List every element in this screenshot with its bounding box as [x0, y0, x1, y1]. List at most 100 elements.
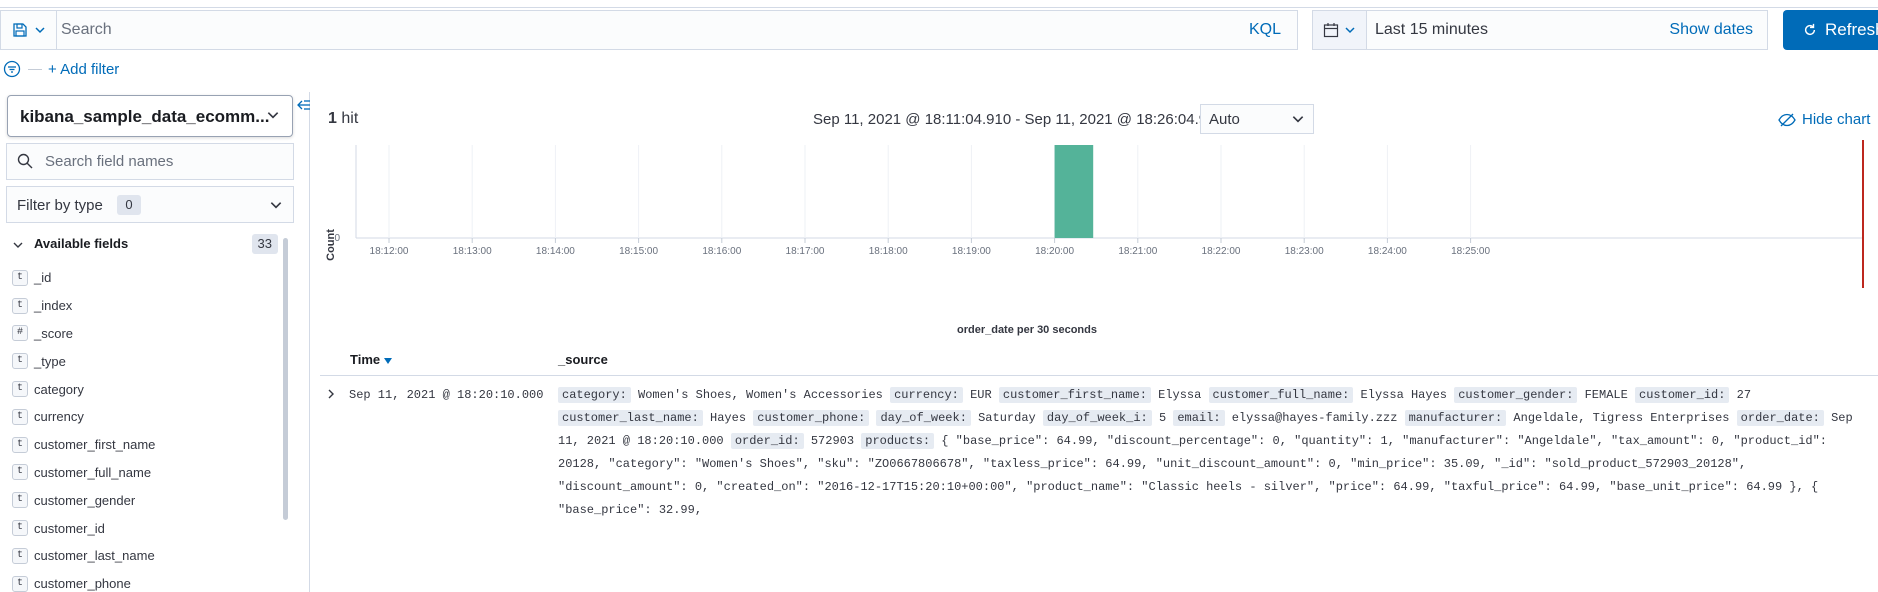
source-field-key: order_date:: [1736, 410, 1824, 426]
string-type-icon: t: [12, 408, 28, 425]
query-language-button[interactable]: KQL: [1249, 21, 1281, 39]
search-icon: [17, 153, 33, 169]
source-field-key: customer_id:: [1635, 387, 1730, 403]
field-name: customer_gender: [34, 492, 136, 508]
field-name: customer_full_name: [34, 464, 152, 480]
field-name: customer_id: [34, 520, 105, 536]
source-field-key: order_id:: [730, 433, 804, 449]
available-fields-header[interactable]: Available fields 33: [10, 234, 278, 256]
hits-number: 1: [328, 110, 337, 127]
field-item[interactable]: t customer_full_name: [12, 459, 272, 487]
field-item[interactable]: t customer_first_name: [12, 431, 272, 459]
source-field-value: Elyssa Hayes: [1353, 388, 1455, 402]
string-type-icon: t: [12, 547, 28, 564]
histogram-chart: Count order_date per 30 seconds 1018:12:…: [325, 145, 1864, 336]
field-item[interactable]: t _id: [12, 264, 272, 292]
available-fields-count: 33: [251, 234, 278, 254]
source-field-key: category:: [558, 387, 631, 403]
calendar-icon: [1323, 23, 1339, 38]
filter-menu-icon[interactable]: [2, 59, 22, 79]
source-column-header: _source: [558, 352, 608, 367]
x-tick-label: 18:23:00: [1285, 246, 1324, 257]
refresh-label: Refresh: [1825, 20, 1878, 39]
x-tick-label: 18:15:00: [619, 246, 658, 257]
date-picker: Last 15 minutes Show dates: [1312, 10, 1768, 50]
refresh-button[interactable]: Refresh: [1783, 10, 1878, 50]
quick-menu-button[interactable]: [1313, 11, 1367, 49]
source-field-value: EUR: [962, 388, 999, 402]
x-tick-label: 18:16:00: [702, 246, 741, 257]
expand-row-icon[interactable]: [326, 388, 336, 400]
source-field-value: elyssa@hayes-family.zzz: [1224, 411, 1405, 425]
field-search-input[interactable]: [45, 144, 285, 179]
field-item[interactable]: t _index: [12, 292, 272, 320]
collapse-sidebar-icon[interactable]: [296, 98, 312, 114]
x-tick-label: 18:25:00: [1451, 246, 1490, 257]
index-pattern-select[interactable]: kibana_sample_data_ecomm...: [7, 95, 293, 137]
hits-label: hit: [341, 110, 359, 127]
x-tick-label: 18:14:00: [536, 246, 575, 257]
search-input[interactable]: [57, 11, 1207, 49]
string-type-icon: t: [12, 520, 28, 537]
string-type-icon: t: [12, 575, 28, 592]
sidebar-scrollbar[interactable]: [283, 238, 288, 520]
field-name: _index: [34, 298, 73, 314]
field-item[interactable]: t _type: [12, 347, 272, 375]
string-type-icon: t: [12, 436, 28, 453]
chevron-down-icon: [270, 202, 282, 209]
x-tick-label: 18:19:00: [952, 246, 991, 257]
source-field-value: 5: [1151, 411, 1174, 425]
x-tick-label: 18:13:00: [453, 246, 492, 257]
field-item[interactable]: t customer_id: [12, 514, 272, 542]
chart-current-time-marker: [1862, 140, 1864, 288]
source-field-key: products:: [861, 433, 935, 449]
x-tick-label: 18:18:00: [869, 246, 908, 257]
field-name: customer_last_name: [34, 548, 155, 564]
source-field-key: email:: [1173, 410, 1225, 426]
field-search-box: [6, 143, 294, 180]
interval-select[interactable]: Auto: [1200, 104, 1314, 134]
y-tick-label: 0: [334, 233, 340, 244]
field-name: customer_first_name: [34, 437, 156, 453]
sort-desc-icon[interactable]: [383, 358, 392, 364]
field-name: _id: [34, 270, 52, 286]
hide-chart-label: Hide chart: [1802, 111, 1871, 128]
histogram-bar[interactable]: [1054, 145, 1094, 238]
x-tick-label: 18:12:00: [370, 246, 409, 257]
source-field-value: Hayes: [702, 411, 754, 425]
x-tick-label: 18:21:00: [1118, 246, 1157, 257]
source-field-key: manufacturer:: [1404, 410, 1507, 426]
chevron-down-icon: [13, 242, 23, 248]
field-item[interactable]: # _score: [12, 320, 272, 348]
time-column-header[interactable]: Time: [350, 352, 392, 367]
source-field-key: currency:: [890, 387, 963, 403]
field-item[interactable]: t customer_gender: [12, 486, 272, 514]
saved-query-button[interactable]: [0, 10, 56, 50]
string-type-icon: t: [12, 353, 28, 370]
source-field-key: customer_first_name:: [998, 387, 1151, 403]
filter-by-type-button[interactable]: Filter by type 0: [6, 186, 294, 223]
field-list: t _id t _index # _score t _type t category t curren…: [12, 264, 272, 592]
x-tick-label: 18:17:00: [786, 246, 825, 257]
chevron-down-icon: [34, 27, 45, 34]
field-item[interactable]: t customer_last_name: [12, 542, 272, 570]
interval-label: Auto: [1209, 111, 1240, 128]
hide-chart-button[interactable]: Hide chart: [1778, 111, 1870, 128]
source-field-value: Saturday: [970, 411, 1043, 425]
chevron-down-icon: [267, 112, 279, 119]
row-timestamp: Sep 11, 2021 @ 18:20:10.000: [349, 388, 544, 402]
field-item[interactable]: t customer_phone: [12, 570, 272, 592]
field-item[interactable]: t currency: [12, 403, 272, 431]
source-field-key: customer_full_name:: [1208, 387, 1354, 403]
add-filter-button[interactable]: + Add filter: [48, 61, 119, 78]
date-range-label[interactable]: Last 15 minutes: [1375, 21, 1488, 39]
source-field-value: Elyssa: [1150, 388, 1209, 402]
string-type-icon: t: [12, 381, 28, 398]
field-item[interactable]: t category: [12, 375, 272, 403]
source-field-key: customer_phone:: [753, 410, 870, 426]
field-name: customer_phone: [34, 576, 131, 592]
filter-divider: [28, 68, 42, 70]
refresh-icon: [1804, 23, 1816, 36]
hit-count: 1 hit: [328, 110, 358, 128]
show-dates-link[interactable]: Show dates: [1669, 21, 1753, 39]
